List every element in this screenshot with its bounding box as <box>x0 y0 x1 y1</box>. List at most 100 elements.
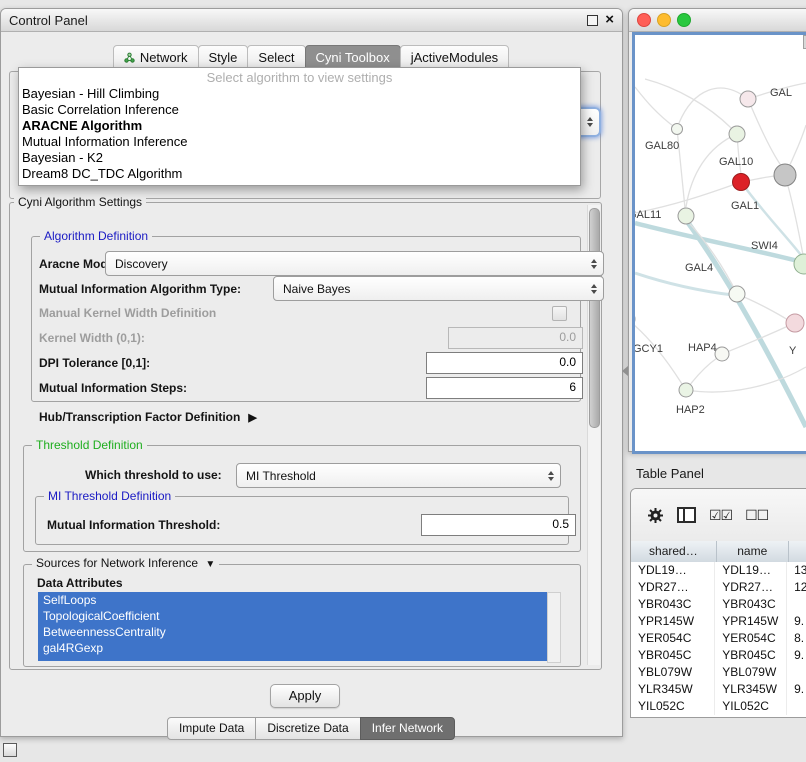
table-row[interactable]: YPR145WYPR145W9. <box>631 613 806 630</box>
table-row[interactable]: YBR043CYBR043C <box>631 596 806 613</box>
tab-jactivemodules[interactable]: jActiveModules <box>400 45 509 69</box>
which-threshold-combo[interactable]: MI Threshold <box>236 463 561 488</box>
sources-group-title[interactable]: Sources for Network Inference ▼ <box>32 556 219 570</box>
network-node[interactable] <box>729 126 745 142</box>
show-columns-icon[interactable] <box>677 507 696 523</box>
table-cell[interactable] <box>787 596 806 613</box>
network-node[interactable] <box>672 124 683 135</box>
dropdown-item-mutual-information-inference[interactable]: Mutual Information Inference <box>19 134 580 150</box>
dpi-tolerance-field[interactable]: 0.0 <box>426 352 583 374</box>
attribute-item-selfloops[interactable]: SelfLoops <box>38 592 547 608</box>
bottom-tab-impute-data[interactable]: Impute Data <box>167 717 256 740</box>
column-header-extra[interactable] <box>789 541 806 562</box>
table-cell[interactable]: YDR27… <box>715 579 787 596</box>
table-cell[interactable]: YLR345W <box>631 681 715 698</box>
tab-cyni-toolbox[interactable]: Cyni Toolbox <box>305 45 401 69</box>
mac-zoom-button[interactable] <box>677 13 691 27</box>
network-node-label: HAP2 <box>676 404 705 416</box>
network-node[interactable] <box>729 286 745 302</box>
table-cell[interactable]: 9. <box>787 613 806 630</box>
close-icon[interactable]: × <box>605 15 614 25</box>
network-canvas[interactable]: GAL80GAL10GAL11GAL1SWI4GAL4GCY1HAP4HAP2G… <box>632 32 806 454</box>
deselect-all-icon[interactable]: ☐☐ <box>745 507 768 524</box>
bottom-tab-discretize-data[interactable]: Discretize Data <box>255 717 360 740</box>
table-cell[interactable]: YBR043C <box>631 596 715 613</box>
dropdown-item-dream8-dc-tdc-algorithm[interactable]: Dream8 DC_TDC Algorithm <box>19 166 580 182</box>
settings-scrollbar-thumb[interactable] <box>589 208 600 428</box>
bottom-tab-infer-network[interactable]: Infer Network <box>360 717 455 740</box>
table-cell[interactable]: YER054C <box>715 630 787 647</box>
table-cell[interactable]: 9. <box>787 681 806 698</box>
table-cell[interactable]: YBR043C <box>715 596 787 613</box>
panel-dock-icon[interactable] <box>3 743 17 757</box>
dropdown-item-bayesian-hill-climbing[interactable]: Bayesian - Hill Climbing <box>19 86 580 102</box>
network-node[interactable] <box>733 174 750 191</box>
table-row[interactable]: YDL19…YDL19…13 <box>631 562 806 579</box>
table-cell[interactable]: YDL19… <box>631 562 715 579</box>
table-row[interactable]: YIL052CYIL052C <box>631 698 806 715</box>
table-cell[interactable]: 9. <box>787 647 806 664</box>
float-window-icon[interactable] <box>587 15 598 26</box>
apply-button[interactable]: Apply <box>270 684 340 708</box>
column-header-name[interactable]: name <box>717 541 789 562</box>
attribute-item-topologicalcoefficient[interactable]: TopologicalCoefficient <box>38 608 547 624</box>
table-row[interactable]: YER054CYER054C8. <box>631 630 806 647</box>
kernel-width-label: Kernel Width (0,1): <box>39 331 145 345</box>
tab-network[interactable]: Network <box>113 45 199 69</box>
table-row[interactable]: YBR045CYBR045C9. <box>631 647 806 664</box>
network-node[interactable] <box>774 164 796 186</box>
hub-section-toggle[interactable]: Hub/Transcription Factor Definition▶ <box>39 410 257 424</box>
dropdown-item-aracne-algorithm[interactable]: ARACNE Algorithm <box>19 118 580 134</box>
network-node[interactable] <box>678 208 694 224</box>
select-all-icon[interactable]: ☑☑ <box>709 507 732 524</box>
dropdown-item-bayesian-k2[interactable]: Bayesian - K2 <box>19 150 580 166</box>
tab-style[interactable]: Style <box>198 45 249 69</box>
splitter-handle[interactable] <box>622 366 628 376</box>
table-cell[interactable]: YBR045C <box>631 647 715 664</box>
tab-select[interactable]: Select <box>247 45 305 69</box>
attributes-scrollbar[interactable] <box>547 592 561 663</box>
dropdown-item-basic-correlation-inference[interactable]: Basic Correlation Inference <box>19 102 580 118</box>
network-node[interactable] <box>794 254 806 274</box>
table-cell[interactable]: YBR045C <box>715 647 787 664</box>
aracne-mode-combo[interactable]: Discovery <box>105 251 604 276</box>
table-cell[interactable]: YPR145W <box>631 613 715 630</box>
mac-close-button[interactable] <box>637 13 651 27</box>
network-node[interactable] <box>715 347 729 361</box>
table-cell[interactable]: YLR345W <box>715 681 787 698</box>
table-cell[interactable]: 12 <box>787 579 806 596</box>
kernel-width-field: 0.0 <box>448 327 583 349</box>
attribute-item-partial[interactable] <box>38 656 547 661</box>
network-node[interactable] <box>786 314 804 332</box>
data-attributes-list[interactable]: SelfLoopsTopologicalCoefficientBetweenne… <box>38 592 547 661</box>
mi-type-combo[interactable]: Naive Bayes <box>273 276 604 301</box>
table-cell[interactable]: YIL052C <box>631 698 715 715</box>
table-row[interactable]: YDR27…YDR27…12 <box>631 579 806 596</box>
table-cell[interactable]: YDL19… <box>715 562 787 579</box>
table-cell[interactable]: YIL052C <box>715 698 787 715</box>
table-cell[interactable]: 8. <box>787 630 806 647</box>
table-cell[interactable]: YPR145W <box>715 613 787 630</box>
attribute-item-gal4rgexp[interactable]: gal4RGexp <box>38 640 547 656</box>
network-node[interactable] <box>679 383 693 397</box>
table-cell[interactable]: YBL079W <box>631 664 715 681</box>
table-cell[interactable]: YBL079W <box>715 664 787 681</box>
table-row[interactable]: YLR345WYLR345W9. <box>631 681 806 698</box>
table-cell[interactable] <box>787 664 806 681</box>
network-graph[interactable]: GAL80GAL10GAL11GAL1SWI4GAL4GCY1HAP4HAP2G… <box>635 35 806 451</box>
gear-icon[interactable] <box>647 507 664 524</box>
mac-minimize-button[interactable] <box>657 13 671 27</box>
column-header-shared-[interactable]: shared… <box>631 541 717 562</box>
attribute-item-betweennesscentrality[interactable]: BetweennessCentrality <box>38 624 547 640</box>
mi-threshold-field[interactable]: 0.5 <box>421 514 576 536</box>
algorithm-definition-title: Algorithm Definition <box>40 229 152 243</box>
which-threshold-value: MI Threshold <box>246 469 316 483</box>
network-edges[interactable] <box>635 79 806 427</box>
table-cell[interactable] <box>787 698 806 715</box>
mi-steps-field[interactable]: 6 <box>426 377 583 399</box>
table-cell[interactable]: YER054C <box>631 630 715 647</box>
table-row[interactable]: YBL079WYBL079W <box>631 664 806 681</box>
table-cell[interactable]: 13 <box>787 562 806 579</box>
table-cell[interactable]: YDR27… <box>631 579 715 596</box>
network-node[interactable] <box>740 91 756 107</box>
